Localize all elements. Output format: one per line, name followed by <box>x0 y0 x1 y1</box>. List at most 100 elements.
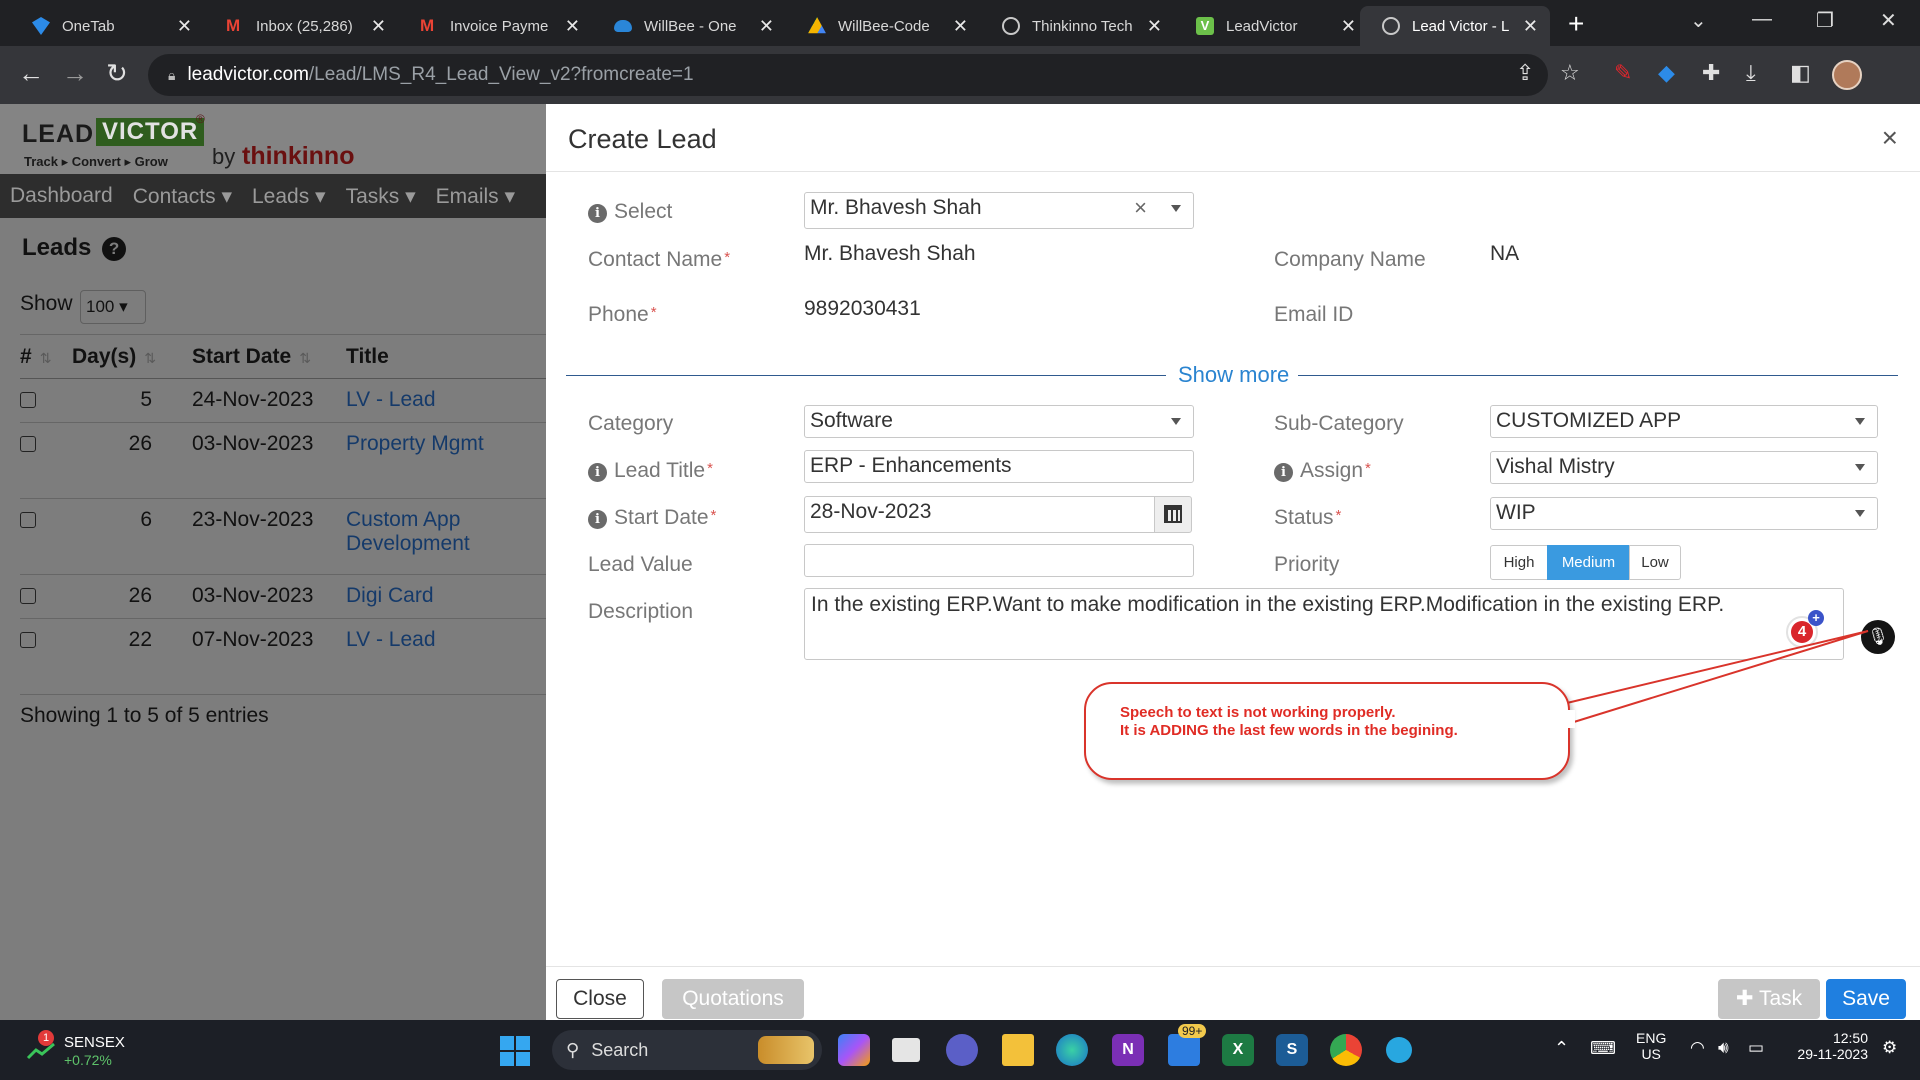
close-tab-icon[interactable]: ✕ <box>371 16 386 37</box>
row-checkbox[interactable] <box>20 632 36 648</box>
windows-taskbar: 1 SENSEX +0.72% ⚲ Search N 99+ X S ⌃ ⌨ E… <box>0 1020 1920 1080</box>
file-explorer-icon[interactable] <box>1002 1034 1034 1066</box>
close-tab-icon[interactable]: ✕ <box>1341 16 1356 37</box>
nav-contacts[interactable]: Contacts ▾ <box>123 184 242 209</box>
add-task-button[interactable]: ✚ Task <box>1718 979 1820 1019</box>
profile-avatar[interactable] <box>1832 60 1862 90</box>
close-button[interactable]: Close <box>556 979 644 1019</box>
show-hidden-icons[interactable]: ⌃ <box>1554 1038 1569 1059</box>
browser-tab-bar: OneTab ✕ M Inbox (25,286) ✕ M Invoice Pa… <box>0 0 1920 46</box>
show-entries-select[interactable]: 100 ▾ <box>80 290 146 324</box>
lead-title-link[interactable]: Custom App Development <box>346 498 546 575</box>
tab-onetab[interactable]: OneTab ✕ <box>10 6 204 46</box>
save-button[interactable]: Save <box>1826 979 1906 1019</box>
forward-icon[interactable]: → <box>62 58 88 89</box>
column-header-start-date[interactable]: Start Date ⇅ <box>192 334 346 379</box>
nav-tasks[interactable]: Tasks ▾ <box>336 184 426 209</box>
tab-gmail-inbox[interactable]: M Inbox (25,286) ✕ <box>204 6 398 46</box>
close-tab-icon[interactable]: ✕ <box>1147 16 1162 37</box>
language-indicator[interactable]: ENG US <box>1636 1030 1666 1062</box>
globe-icon <box>1002 17 1020 35</box>
lead-title-link[interactable]: LV - Lead <box>346 378 546 423</box>
todo-app-icon[interactable]: 99+ <box>1168 1024 1207 1066</box>
close-tab-icon[interactable]: ✕ <box>565 16 580 37</box>
row-checkbox[interactable] <box>20 436 36 452</box>
bookmark-star-icon[interactable]: ☆ <box>1560 60 1580 86</box>
edge-browser-icon[interactable] <box>1056 1034 1088 1066</box>
people-app-icon[interactable] <box>1386 1037 1412 1063</box>
nav-dashboard[interactable]: Dashboard <box>0 184 123 208</box>
onetab-extension-icon[interactable]: ◆ <box>1658 60 1675 86</box>
row-checkbox[interactable] <box>20 392 36 408</box>
logo-tagline: Track ▸ Convert ▸ Grow <box>24 154 168 169</box>
download-icon[interactable]: ⤓ <box>1746 60 1756 86</box>
quotations-button[interactable]: Quotations <box>662 979 804 1019</box>
tab-leadvictor[interactable]: V LeadVictor ✕ <box>1174 6 1368 46</box>
column-header-index[interactable]: # ⇅ <box>20 334 72 379</box>
wifi-icon[interactable]: ◠ <box>1690 1038 1705 1058</box>
tab-google-drive[interactable]: WillBee-Code ✕ <box>786 6 980 46</box>
onenote-icon[interactable]: N <box>1112 1034 1144 1066</box>
keyboard-icon[interactable]: ⌨ <box>1590 1038 1616 1059</box>
back-icon[interactable]: ← <box>18 58 44 89</box>
create-lead-modal: Create Lead × i Select Mr. Bhavesh Shah ×… <box>546 104 1920 1020</box>
nav-leads[interactable]: Leads ▾ <box>242 184 336 209</box>
table-info: Showing 1 to 5 of 5 entries <box>20 704 269 727</box>
browser-toolbar: ← → ↻ 🔒︎ leadvictor.com/Lead/LMS_R4_Lead… <box>0 46 1920 104</box>
close-tab-icon[interactable]: ✕ <box>177 16 192 37</box>
extensions-puzzle-icon[interactable]: ✚ <box>1702 60 1720 86</box>
window-close-icon[interactable]: ✕ <box>1880 8 1897 33</box>
address-bar[interactable]: 🔒︎ leadvictor.com/Lead/LMS_R4_Lead_View_… <box>148 54 1548 96</box>
search-highlight-image <box>758 1036 814 1064</box>
tab-thinkinno[interactable]: Thinkinno Tech ✕ <box>980 6 1174 46</box>
lead-title-link[interactable]: Digi Card <box>346 574 546 619</box>
lead-title-link[interactable]: LV - Lead <box>346 618 546 695</box>
logo-by: by <box>212 144 236 169</box>
volume-icon[interactable]: 🔊︎ <box>1718 1038 1729 1058</box>
close-tab-icon[interactable]: ✕ <box>1523 16 1538 37</box>
tab-search-icon[interactable]: ⌄ <box>1690 8 1707 33</box>
column-header-title[interactable]: Title <box>346 334 546 379</box>
close-tab-icon[interactable]: ✕ <box>953 16 968 37</box>
sort-icon: ⇅ <box>144 349 156 366</box>
clock[interactable]: 12:50 29-11-2023 <box>1788 1030 1868 1062</box>
row-checkbox[interactable] <box>20 588 36 604</box>
restore-icon[interactable]: ❐ <box>1816 8 1834 33</box>
copilot-app-icon[interactable] <box>838 1034 870 1066</box>
lead-title-link[interactable]: Property Mgmt <box>346 422 546 499</box>
notification-badge: 99+ <box>1178 1024 1207 1038</box>
close-tab-icon[interactable]: ✕ <box>759 16 774 37</box>
notifications-icon[interactable]: ⚙ <box>1882 1038 1897 1058</box>
table-row: 6 23-Nov-2023 Custom App Development <box>20 498 546 575</box>
share-icon[interactable]: ⇪ <box>1516 60 1534 86</box>
column-header-days[interactable]: Day(s) ⇅ <box>72 334 192 379</box>
registered-mark: ® <box>196 112 205 126</box>
reload-icon[interactable]: ↻ <box>106 58 128 89</box>
battery-icon[interactable]: ▭ <box>1748 1038 1764 1058</box>
taskbar-search[interactable]: ⚲ Search <box>552 1030 822 1070</box>
tab-gmail-invoice[interactable]: M Invoice Payme ✕ <box>398 6 592 46</box>
new-tab-button[interactable]: + <box>1568 8 1584 40</box>
table-row: 5 24-Nov-2023 LV - Lead <box>20 378 546 423</box>
onetab-icon <box>32 17 50 35</box>
minimize-icon[interactable]: — <box>1752 8 1772 31</box>
teams-chat-icon[interactable] <box>946 1034 978 1066</box>
globe-icon <box>1382 17 1400 35</box>
lock-icon: 🔒︎ <box>168 66 176 83</box>
pen-extension-icon[interactable]: ✎ <box>1614 60 1632 86</box>
sort-icon: ⇅ <box>299 349 311 366</box>
windows-start-icon[interactable] <box>500 1036 530 1066</box>
row-checkbox[interactable] <box>20 512 36 528</box>
side-panel-icon[interactable]: ◧ <box>1790 60 1811 86</box>
chrome-icon[interactable] <box>1330 1034 1362 1066</box>
nav-emails[interactable]: Emails ▾ <box>426 184 525 209</box>
tab-lead-victor-active[interactable]: Lead Victor - L ✕ <box>1360 6 1550 46</box>
help-icon[interactable]: ? <box>102 237 127 261</box>
app-s-icon[interactable]: S <box>1276 1034 1308 1066</box>
tab-onedrive[interactable]: WillBee - One ✕ <box>592 6 786 46</box>
sort-icon: ⇅ <box>39 349 52 366</box>
main-navigation: Dashboard Contacts ▾ Leads ▾ Tasks ▾ Ema… <box>0 174 546 218</box>
logo-victor-text: VICTOR <box>96 118 205 146</box>
excel-icon[interactable]: X <box>1222 1034 1254 1066</box>
task-view-icon[interactable] <box>892 1038 920 1062</box>
